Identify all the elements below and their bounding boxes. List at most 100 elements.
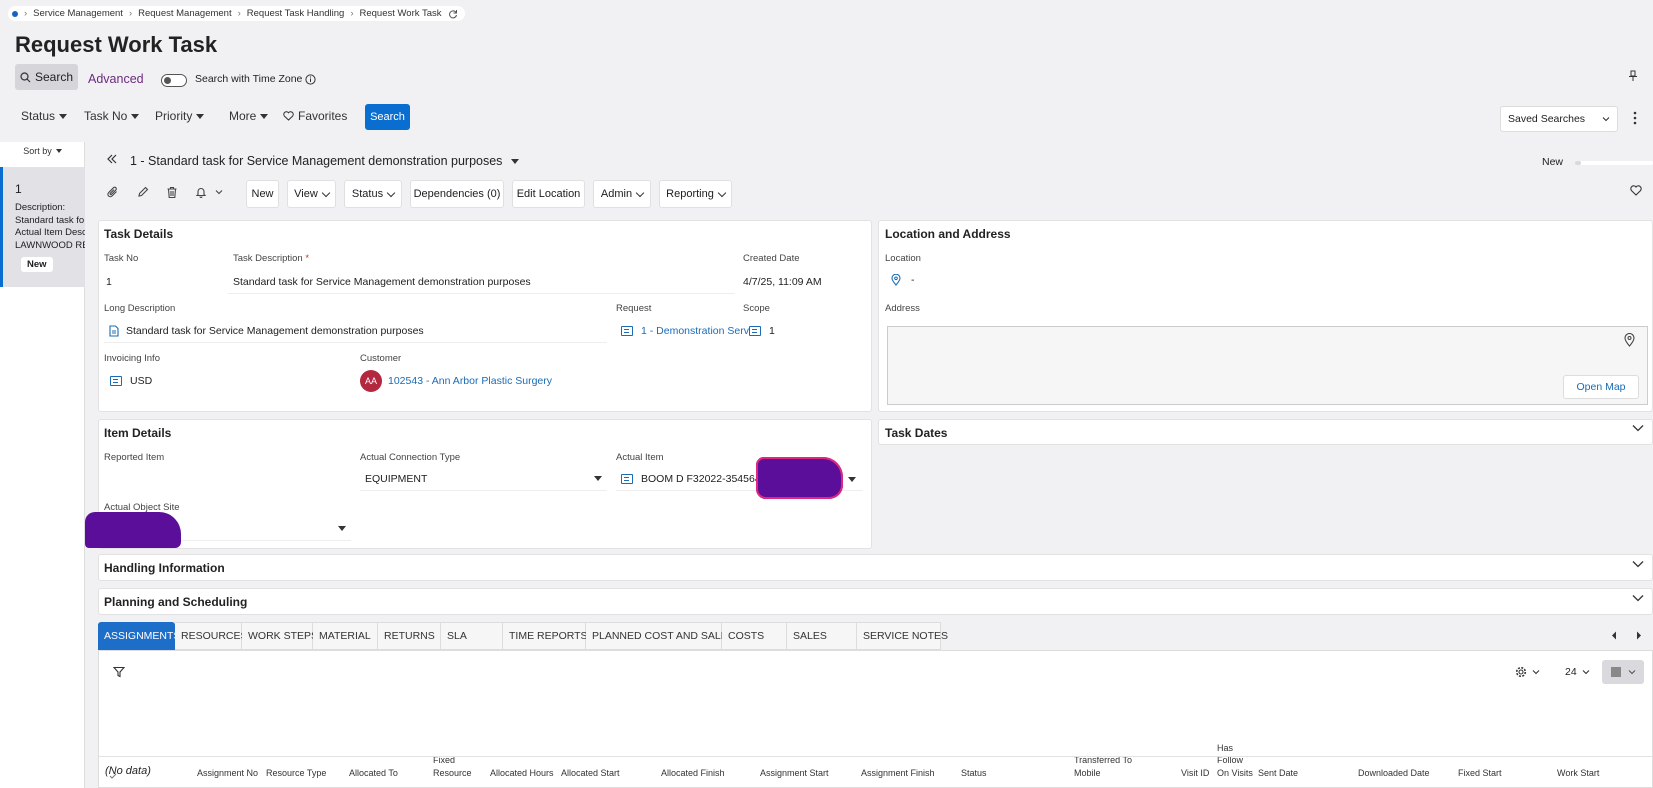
- notification-menu[interactable]: [195, 186, 223, 198]
- breadcrumb-item[interactable]: Request Management: [138, 8, 231, 19]
- list-item[interactable]: 1 Description: Standard task fo Actual I…: [0, 167, 85, 287]
- open-map-button[interactable]: Open Map: [1563, 375, 1639, 399]
- page-size-select[interactable]: 24: [1565, 666, 1590, 678]
- breadcrumb-item[interactable]: Service Management: [33, 8, 123, 19]
- chevron-down-icon[interactable]: [1632, 594, 1644, 602]
- attachment-icon[interactable]: [107, 186, 119, 199]
- refresh-icon[interactable]: [448, 9, 458, 19]
- request-link[interactable]: 1 - Demonstration Servi: [641, 325, 750, 337]
- caret-down-icon[interactable]: [848, 477, 856, 482]
- sort-by-button[interactable]: Sort by: [0, 142, 85, 160]
- pin-icon[interactable]: [1628, 70, 1638, 82]
- record-title[interactable]: 1 - Standard task for Service Management…: [130, 154, 520, 168]
- tab-scroll-left-icon[interactable]: [1611, 631, 1617, 640]
- home-icon[interactable]: [12, 10, 18, 17]
- more-filter[interactable]: More: [229, 109, 269, 123]
- location-field[interactable]: -: [891, 274, 915, 286]
- status-button[interactable]: Status: [344, 180, 402, 208]
- connection-type-select[interactable]: EQUIPMENT: [360, 467, 607, 491]
- tab-material[interactable]: MATERIAL: [313, 622, 378, 650]
- chevron-down-icon[interactable]: [1632, 424, 1644, 432]
- more-filter-label: More: [229, 109, 257, 123]
- tab-sales[interactable]: SALES: [787, 622, 857, 650]
- task-dates-section[interactable]: [878, 419, 1653, 445]
- column-header[interactable]: Fixed Start: [1458, 767, 1502, 780]
- edit-location-button[interactable]: Edit Location: [512, 180, 585, 208]
- connection-type-label: Actual Connection Type: [360, 452, 461, 463]
- column-header[interactable]: Visit ID: [1181, 767, 1209, 780]
- map-pin-icon[interactable]: [1624, 333, 1635, 347]
- planning-scheduling-title: Planning and Scheduling: [104, 595, 248, 609]
- search-icon: [20, 71, 31, 83]
- customer-link[interactable]: 102543 - Ann Arbor Plastic Surgery: [388, 375, 552, 387]
- timezone-toggle[interactable]: [161, 74, 187, 87]
- column-header[interactable]: Allocated Start: [561, 767, 620, 780]
- customer-field[interactable]: AA 102543 - Ann Arbor Plastic Surgery: [360, 370, 552, 392]
- column-header[interactable]: Transferred To Mobile: [1074, 754, 1136, 779]
- reporting-button[interactable]: Reporting: [659, 180, 732, 208]
- filter-icon[interactable]: [113, 666, 125, 678]
- task-no-filter[interactable]: Task No: [84, 109, 140, 123]
- search-button[interactable]: Search: [365, 104, 410, 130]
- column-header[interactable]: Sent Date: [1258, 767, 1298, 780]
- chevron-down-icon: [386, 188, 396, 197]
- info-icon[interactable]: [305, 73, 316, 85]
- saved-searches-select[interactable]: Saved Searches: [1500, 106, 1618, 132]
- new-button[interactable]: New: [246, 180, 279, 208]
- long-description-field[interactable]: Standard task for Service Management dem…: [104, 319, 607, 343]
- search-mode-button[interactable]: Search: [15, 64, 78, 90]
- customer-label: Customer: [360, 353, 402, 364]
- column-header[interactable]: Allocated Hours: [490, 767, 554, 780]
- column-header[interactable]: Allocated To: [349, 767, 398, 780]
- scope-field[interactable]: 1: [749, 325, 775, 337]
- dependencies-button[interactable]: Dependencies (0): [410, 180, 504, 208]
- column-header[interactable]: Resource Type: [266, 767, 326, 780]
- tab-time-reports[interactable]: TIME REPORTS: [503, 622, 588, 650]
- column-header[interactable]: Has Follow On Visits: [1217, 742, 1253, 780]
- tab-work-steps[interactable]: WORK STEPS: [242, 622, 318, 650]
- more-options-icon[interactable]: [1633, 111, 1637, 125]
- edit-icon[interactable]: [137, 186, 149, 198]
- tab-costs[interactable]: COSTS: [722, 622, 787, 650]
- column-header[interactable]: Status: [961, 767, 987, 780]
- breadcrumb-item[interactable]: Request Task Handling: [247, 8, 345, 19]
- collapse-list-icon[interactable]: [106, 154, 118, 164]
- task-description-field[interactable]: Standard task for Service Management dem…: [228, 270, 735, 294]
- view-button[interactable]: View: [287, 180, 336, 208]
- chevron-down-icon[interactable]: [1632, 560, 1644, 568]
- status-filter-label: Status: [21, 109, 56, 123]
- invoicing-info-field[interactable]: USD: [110, 375, 152, 387]
- delete-icon[interactable]: [166, 186, 178, 199]
- tab-assignments[interactable]: ASSIGNMENTS: [98, 622, 180, 650]
- column-header[interactable]: Assignment No: [197, 767, 258, 780]
- grid-settings-menu[interactable]: [1515, 666, 1540, 678]
- status-filter[interactable]: Status: [21, 109, 68, 123]
- chevron-down-icon: [1532, 669, 1540, 675]
- invoicing-info-link[interactable]: USD: [130, 375, 152, 387]
- caret-down-icon: [594, 476, 602, 481]
- tab-returns[interactable]: RETURNS: [378, 622, 441, 650]
- column-header[interactable]: Assignment Finish: [861, 767, 935, 780]
- admin-button[interactable]: Admin: [593, 180, 651, 208]
- favorites-filter[interactable]: Favorites: [283, 109, 347, 123]
- planning-scheduling-section[interactable]: [98, 588, 1653, 615]
- handling-information-section[interactable]: [98, 554, 1653, 581]
- column-header[interactable]: Work Start: [1557, 767, 1599, 780]
- address-map-area[interactable]: [887, 326, 1648, 405]
- advanced-search-link[interactable]: Advanced: [88, 72, 144, 86]
- view-mode-button[interactable]: [1602, 660, 1644, 684]
- tab-scroll-right-icon[interactable]: [1636, 631, 1642, 640]
- request-field[interactable]: 1 - Demonstration Servi: [621, 325, 750, 337]
- column-header[interactable]: Allocated Finish: [661, 767, 725, 780]
- priority-filter[interactable]: Priority: [155, 109, 205, 123]
- column-header[interactable]: Fixed Resource: [433, 754, 493, 779]
- scope-value[interactable]: 1: [769, 325, 775, 337]
- column-header[interactable]: Assignment Start: [760, 767, 829, 780]
- tab-service-notes[interactable]: SERVICE NOTES: [857, 622, 948, 650]
- tab-planned-cost-and-sales[interactable]: PLANNED COST AND SALES: [586, 622, 735, 650]
- tab-resources[interactable]: RESOURCES: [175, 622, 248, 650]
- created-date-value: 4/7/25, 11:09 AM: [743, 276, 822, 288]
- favorite-heart-icon[interactable]: [1630, 185, 1642, 196]
- column-header[interactable]: Downloaded Date: [1358, 767, 1430, 780]
- tab-sla[interactable]: SLA: [441, 622, 503, 650]
